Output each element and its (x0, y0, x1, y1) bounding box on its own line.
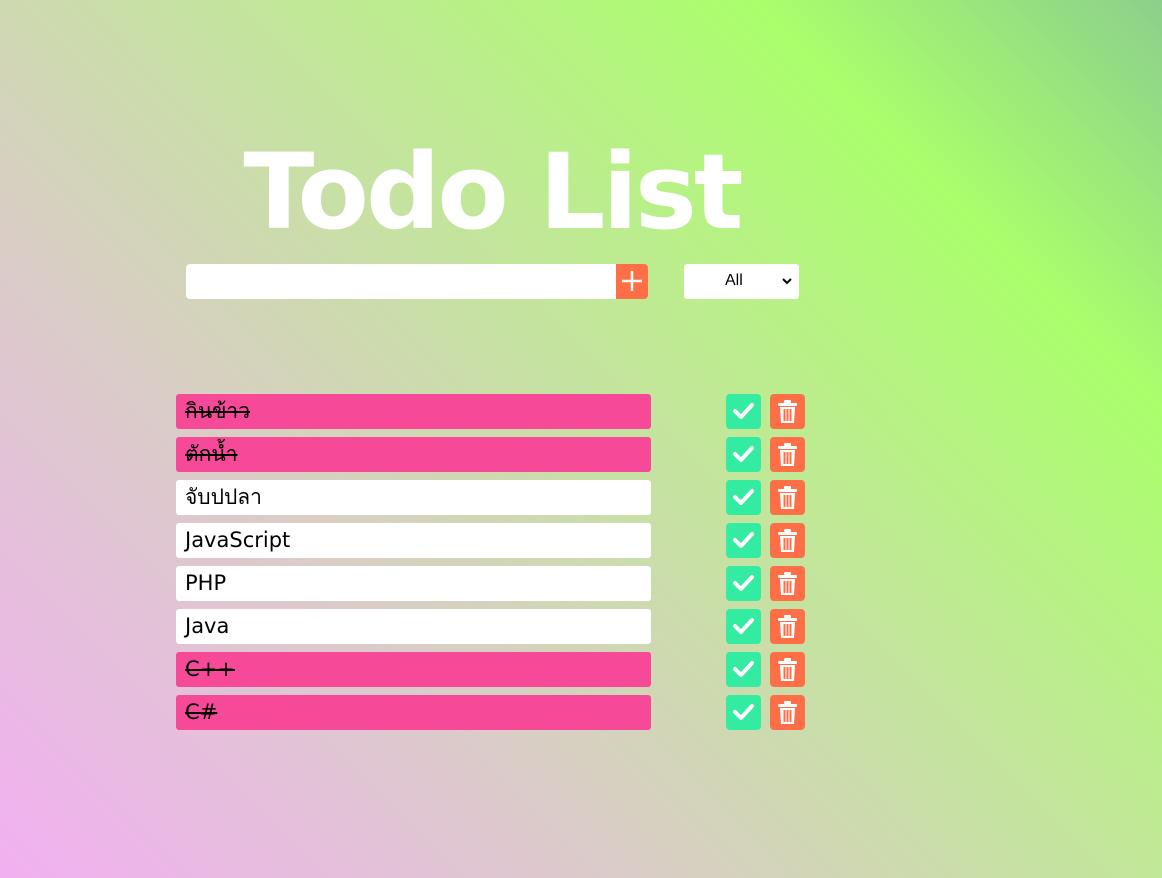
complete-button[interactable] (726, 394, 761, 429)
todo-item: C# (176, 695, 816, 730)
complete-button[interactable] (726, 609, 761, 644)
delete-button[interactable] (770, 480, 805, 515)
add-todo-button[interactable] (616, 264, 648, 299)
check-icon (733, 446, 754, 462)
delete-button[interactable] (770, 695, 805, 730)
todo-text: จับปปลา (176, 480, 651, 515)
trash-icon (778, 572, 797, 595)
trash-icon (778, 443, 797, 466)
complete-button[interactable] (726, 566, 761, 601)
delete-button[interactable] (770, 652, 805, 687)
todo-item: C++ (176, 652, 816, 687)
check-icon (733, 618, 754, 634)
filter-select[interactable]: All (684, 264, 799, 299)
todo-item: Java (176, 609, 816, 644)
todo-list: กินข้าว ตักน้ำ จับปปลา JavaScript PHP Ja… (176, 394, 816, 738)
todo-text: C++ (176, 652, 651, 687)
trash-icon (778, 658, 797, 681)
delete-button[interactable] (770, 523, 805, 558)
trash-icon (778, 701, 797, 724)
todo-text: PHP (176, 566, 651, 601)
todo-text: C# (176, 695, 651, 730)
todo-text: Java (176, 609, 651, 644)
filter-selected-value: All (725, 272, 743, 289)
todo-item: ตักน้ำ (176, 437, 816, 472)
page-title: Todo List (243, 130, 743, 253)
check-icon (733, 403, 754, 419)
todo-item: JavaScript (176, 523, 816, 558)
complete-button[interactable] (726, 652, 761, 687)
delete-button[interactable] (770, 394, 805, 429)
trash-icon (778, 529, 797, 552)
todo-item: PHP (176, 566, 816, 601)
complete-button[interactable] (726, 523, 761, 558)
check-icon (733, 489, 754, 505)
complete-button[interactable] (726, 695, 761, 730)
check-icon (733, 704, 754, 720)
complete-button[interactable] (726, 437, 761, 472)
check-icon (733, 661, 754, 677)
todo-input[interactable] (186, 264, 616, 299)
plus-icon (622, 271, 642, 291)
todo-text: ตักน้ำ (176, 437, 651, 472)
todo-text: กินข้าว (176, 394, 651, 429)
complete-button[interactable] (726, 480, 761, 515)
trash-icon (778, 615, 797, 638)
trash-icon (778, 400, 797, 423)
delete-button[interactable] (770, 609, 805, 644)
trash-icon (778, 486, 797, 509)
check-icon (733, 575, 754, 591)
chevron-down-icon (782, 278, 792, 285)
delete-button[interactable] (770, 566, 805, 601)
todo-item: จับปปลา (176, 480, 816, 515)
check-icon (733, 532, 754, 548)
todo-text: JavaScript (176, 523, 651, 558)
todo-item: กินข้าว (176, 394, 816, 429)
delete-button[interactable] (770, 437, 805, 472)
